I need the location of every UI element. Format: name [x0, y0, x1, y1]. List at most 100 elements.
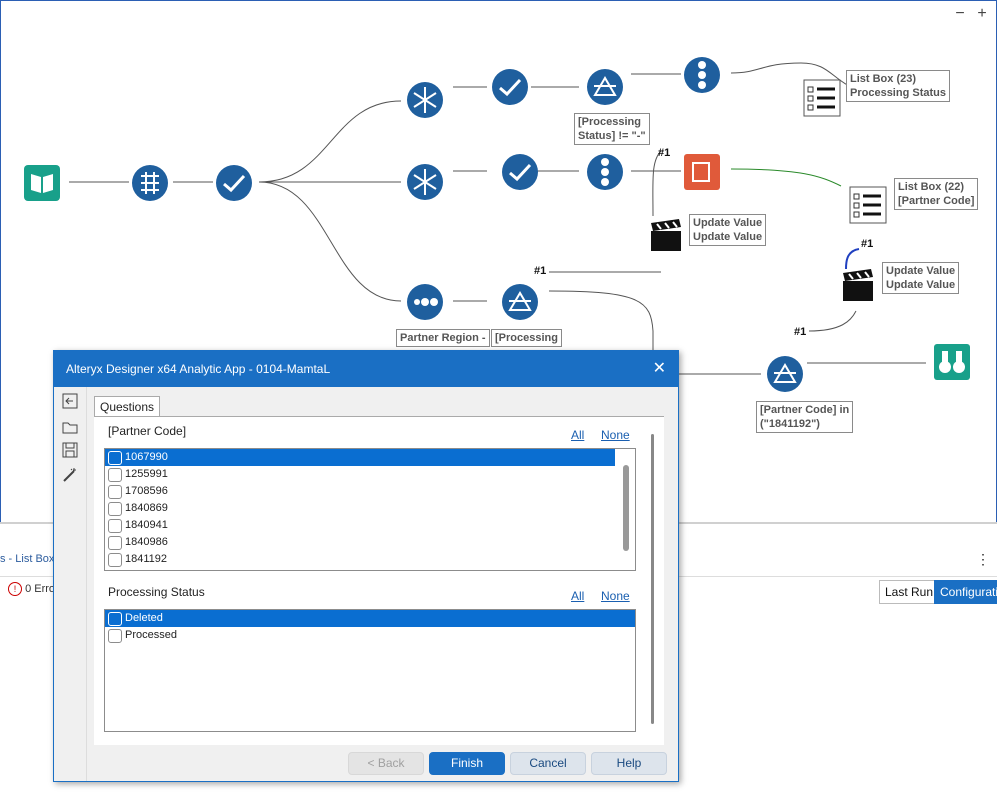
action-tool-2[interactable] [841, 269, 875, 306]
list-item[interactable]: 1708596 [105, 483, 635, 500]
select-records-tool[interactable] [131, 164, 169, 205]
dialog-titlebar[interactable]: Alteryx Designer x64 Analytic App - 0104… [54, 351, 678, 387]
results-tab[interactable]: s - List Box [0, 553, 54, 565]
connection-hash: #1 [794, 326, 807, 338]
list-item-label: 1841192 [125, 553, 168, 565]
question-partner-code-header: [Partner Code] All None [104, 424, 634, 442]
listbox-23-label: List Box (23) Processing Status [846, 70, 950, 102]
filter-bottom-label: [Partner Code] in ("1841192") [756, 401, 854, 433]
list-item[interactable]: 1840941 [105, 517, 635, 534]
filter-icon [767, 356, 803, 392]
more-menu-icon[interactable]: ⋮ [976, 551, 990, 568]
checkbox[interactable] [108, 519, 122, 533]
list-item[interactable]: 1841192 [105, 551, 635, 568]
back-icon[interactable] [62, 393, 78, 409]
check-icon [216, 165, 252, 201]
binoculars-icon [934, 344, 970, 380]
select-none-link[interactable]: None [601, 428, 630, 442]
unique-tool-mid[interactable] [406, 163, 444, 204]
listbox-22-label: List Box (22) [Partner Code] [894, 178, 979, 210]
wand-icon[interactable] [62, 467, 78, 483]
filter-icon [502, 284, 538, 320]
last-run-tab[interactable]: Last Run [879, 580, 940, 604]
processing-status-listbox[interactable]: Deleted Processed [104, 609, 636, 732]
list-item-label: Processed [125, 629, 177, 641]
filter-tool-bottom[interactable] [766, 355, 804, 396]
clapperboard-icon [651, 219, 681, 251]
analytic-app-dialog: Alteryx Designer x64 Analytic App - 0104… [53, 350, 679, 782]
checkbox[interactable] [108, 553, 122, 567]
list-item-label: 1255991 [125, 468, 168, 480]
list-item[interactable]: Deleted [105, 610, 635, 627]
sample-tool[interactable] [406, 283, 444, 324]
document-icon [684, 154, 720, 190]
folder-icon[interactable] [62, 419, 78, 435]
save-icon[interactable] [62, 442, 78, 458]
listbox-scrollbar[interactable] [623, 465, 629, 551]
action-tool-1[interactable] [649, 219, 683, 256]
checkbox[interactable] [108, 468, 122, 482]
select-all-link[interactable]: All [571, 589, 584, 603]
checkbox[interactable] [108, 502, 122, 516]
book-icon [24, 165, 60, 201]
record-id-tool-top[interactable] [683, 56, 721, 97]
record-id-tool-mid[interactable] [586, 153, 624, 194]
grid-icon [132, 165, 168, 201]
panel-scrollbar[interactable] [651, 434, 654, 724]
partner-code-listbox[interactable]: 1067990 1255991 1708596 1840869 1840941 … [104, 448, 636, 571]
help-button[interactable]: Help [591, 752, 667, 775]
checkbox[interactable] [108, 485, 122, 499]
numbered-list-icon [684, 57, 720, 93]
checkbox[interactable] [108, 451, 122, 465]
cancel-button[interactable]: Cancel [510, 752, 586, 775]
connection-hash: #1 [658, 147, 671, 159]
list-item-label: 1840986 [125, 536, 168, 548]
snowflake-icon [407, 164, 443, 200]
select-none-link[interactable]: None [601, 589, 630, 603]
listbox-icon [849, 186, 887, 224]
list-item[interactable]: 1840986 [105, 534, 635, 551]
input-data-tool[interactable] [23, 164, 61, 205]
filter-tool-mid[interactable] [501, 283, 539, 324]
list-item-label: 1840869 [125, 502, 168, 514]
filter-mid-label: [Processing [491, 329, 562, 347]
dialog-sidebar [54, 387, 87, 781]
update-value-label-1: Update Value Update Value [689, 214, 767, 246]
filter-tool-top[interactable] [586, 68, 624, 109]
connection-hash: #1 [861, 238, 874, 250]
checkbox[interactable] [108, 536, 122, 550]
filter-top-label: [Processing Status] != "-" [574, 113, 650, 145]
tab-questions[interactable]: Questions [94, 396, 161, 417]
list-item[interactable]: 1840869 [105, 500, 635, 517]
update-value-label-2: Update Value Update Value [882, 262, 960, 294]
select-all-link[interactable]: All [571, 428, 584, 442]
listbox-22-tool[interactable] [849, 186, 887, 227]
filter-icon [587, 69, 623, 105]
list-item[interactable]: 1255991 [105, 466, 635, 483]
configuration-tab[interactable]: Configurati [934, 580, 997, 604]
dialog-title: Alteryx Designer x64 Analytic App - 0104… [66, 362, 331, 376]
errors-indicator[interactable]: ! 0 Erro [8, 582, 55, 596]
list-item[interactable]: Processed [105, 627, 635, 644]
checkbox[interactable] [108, 629, 122, 643]
select-tool-top[interactable] [491, 68, 529, 109]
list-item-label: 1067990 [125, 451, 168, 463]
snowflake-icon [407, 82, 443, 118]
dynamic-output-tool[interactable] [683, 153, 721, 194]
list-item[interactable]: 1067990 [105, 449, 615, 466]
select-tool-mid[interactable] [501, 153, 539, 194]
list-item-label: 1708596 [125, 485, 168, 497]
connection-hash: #1 [534, 265, 547, 277]
close-button[interactable]: ✕ [653, 351, 666, 387]
back-button[interactable]: < Back [348, 752, 424, 775]
browse-tool[interactable] [933, 343, 971, 384]
check-icon [492, 69, 528, 105]
clapperboard-icon [843, 269, 873, 301]
list-item-label: Deleted [125, 612, 163, 624]
listbox-23-tool[interactable] [803, 79, 841, 120]
checkbox[interactable] [108, 612, 122, 626]
finish-button[interactable]: Finish [429, 752, 505, 775]
unique-tool-top[interactable] [406, 81, 444, 122]
select-tool[interactable] [215, 164, 253, 205]
partner-region-label: Partner Region - [396, 329, 490, 347]
